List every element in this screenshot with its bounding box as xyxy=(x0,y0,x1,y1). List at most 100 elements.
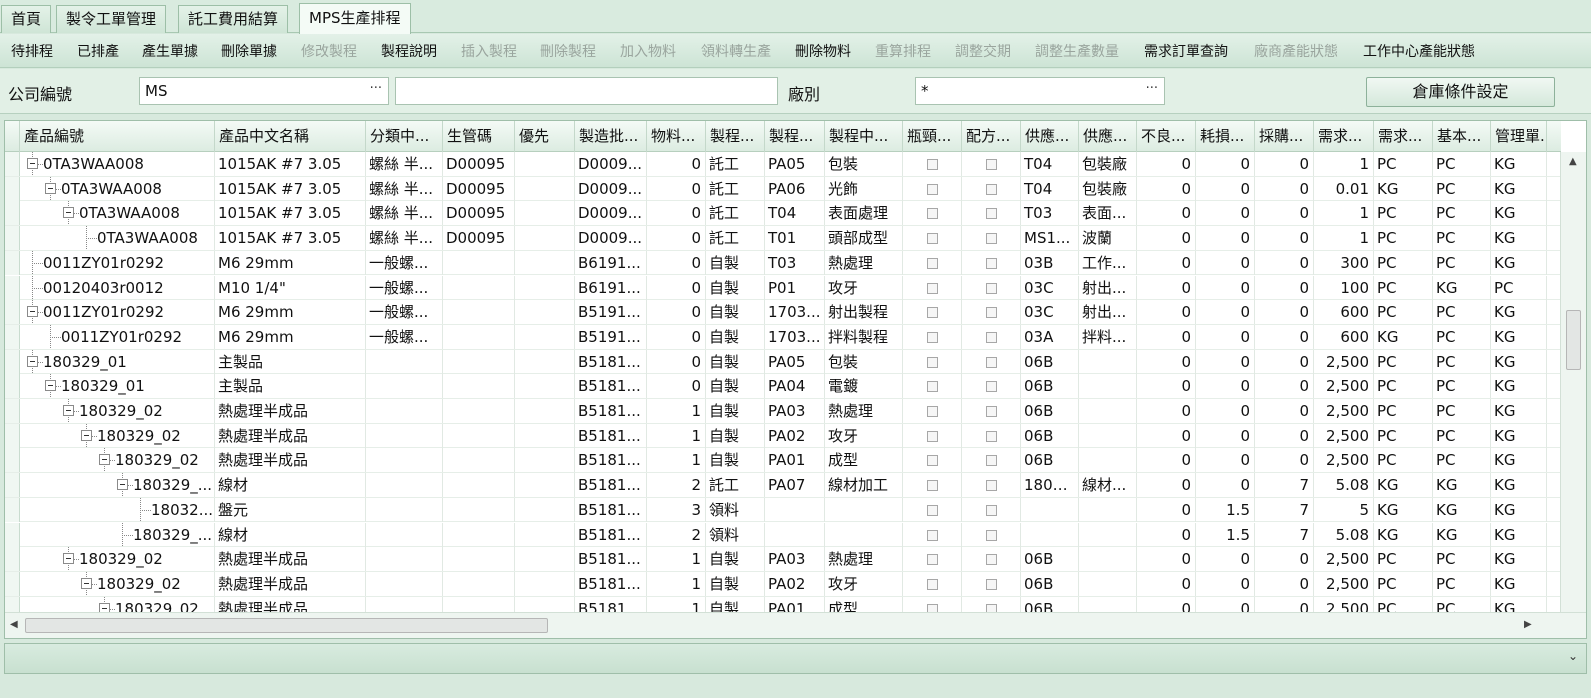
table-row[interactable]: 0TA3WAA008 1015AK #7 3.05 螺絲 半... D00095 D00… xyxy=(5,176,1561,202)
cell-lot[interactable]: B5181... xyxy=(575,448,647,473)
cell-u2[interactable]: KG xyxy=(1433,275,1491,300)
cell-mat[interactable]: 0 xyxy=(647,324,706,349)
cell-u2[interactable]: PC xyxy=(1433,349,1491,374)
column-header[interactable]: 管理單... xyxy=(1491,121,1547,152)
checkbox[interactable] xyxy=(927,257,938,269)
cell-u1[interactable]: KG xyxy=(1374,522,1433,547)
cell-sup[interactable]: 06B xyxy=(1021,547,1079,572)
cell-ptype[interactable]: 領料 xyxy=(706,497,765,522)
cell-name[interactable]: 熱處理半成品 xyxy=(215,423,366,448)
cell-mgmt[interactable] xyxy=(443,300,515,325)
table-row[interactable]: 18032... 盤元 B5181... 3 領料 0 1.5 7 5 KG KG KG xyxy=(5,497,1561,523)
cell-u3[interactable]: KG xyxy=(1491,201,1547,226)
cell-lot[interactable]: D0009... xyxy=(575,201,647,226)
cell-qty[interactable]: 2,500 xyxy=(1314,448,1374,473)
checkbox[interactable] xyxy=(986,356,997,368)
cell-name[interactable]: 1015AK #7 3.05 xyxy=(215,226,366,251)
cell-u3[interactable]: KG xyxy=(1491,300,1547,325)
cell-ptype[interactable]: 自製 xyxy=(706,448,765,473)
cell-loss[interactable]: 0 xyxy=(1196,176,1255,201)
cell-loss[interactable]: 1.5 xyxy=(1196,497,1255,522)
table-row[interactable]: 180329_02 熱處理半成品 B5181... 1 自製 PA03 熱處理 06B 0 0 0 2… xyxy=(5,399,1561,424)
cell-u2[interactable]: PC xyxy=(1433,176,1491,201)
row-selector[interactable] xyxy=(5,497,20,522)
cell-mgmt[interactable] xyxy=(443,571,515,596)
cell-bad[interactable]: 0 xyxy=(1137,275,1196,300)
cell-cat[interactable] xyxy=(366,571,443,596)
cell-qty[interactable]: 5.08 xyxy=(1314,473,1374,498)
cell-mat[interactable]: 0 xyxy=(647,226,706,251)
cell-pcode[interactable]: PA05 xyxy=(765,152,825,176)
table-row[interactable]: 0TA3WAA008 1015AK #7 3.05 螺絲 半... D00095 D00… xyxy=(5,152,1561,177)
cell-lot[interactable]: B5181... xyxy=(575,547,647,572)
cell-pri[interactable] xyxy=(515,571,575,596)
cell-loss[interactable]: 0 xyxy=(1196,399,1255,423)
cell-mat[interactable]: 0 xyxy=(647,250,706,275)
cell-pname[interactable]: 包裝 xyxy=(825,349,903,374)
table-row[interactable]: 180329_02 熱處理半成品 B5181... 1 自製 PA03 熱處理 06B 0 0 0 2… xyxy=(5,547,1561,572)
cell-pcode[interactable]: PA01 xyxy=(765,448,825,473)
cell-supname[interactable] xyxy=(1079,547,1137,572)
toolbar-button-8[interactable]: 加入物料 xyxy=(620,43,676,61)
cell-mat[interactable]: 0 xyxy=(647,374,706,399)
cell-cat[interactable] xyxy=(366,399,443,423)
checkbox[interactable] xyxy=(986,257,997,269)
cell-pcode[interactable] xyxy=(765,522,825,547)
checkbox[interactable] xyxy=(927,529,938,541)
product-code-cell[interactable]: 0011ZY01r0292 xyxy=(20,324,215,349)
toolbar-button-11[interactable]: 重算排程 xyxy=(875,43,931,61)
cell-name[interactable]: M6 29mm xyxy=(215,250,366,275)
toolbar-button-4[interactable]: 修改製程 xyxy=(301,43,357,61)
cell-name[interactable]: 盤元 xyxy=(215,497,366,522)
cell-u1[interactable]: PC xyxy=(1374,423,1433,448)
collapse-node-icon[interactable] xyxy=(27,158,38,169)
cell-u3[interactable]: KG xyxy=(1491,349,1547,374)
cell-loss[interactable]: 0 xyxy=(1196,349,1255,374)
product-code-cell[interactable]: 180329_02 xyxy=(20,423,215,448)
column-header[interactable]: 物料... xyxy=(647,121,706,152)
cell-pri[interactable] xyxy=(515,324,575,349)
cell-sup[interactable]: 06B xyxy=(1021,423,1079,448)
cell-pname[interactable]: 頭部成型 xyxy=(825,226,903,251)
cell-u1[interactable]: PC xyxy=(1374,448,1433,473)
cell-loss[interactable]: 0 xyxy=(1196,571,1255,596)
product-code-cell[interactable]: 180329_... xyxy=(20,473,215,498)
checkbox[interactable] xyxy=(927,282,938,294)
cell-loss[interactable]: 0 xyxy=(1196,226,1255,251)
checkbox[interactable] xyxy=(986,578,997,590)
cell-supname[interactable] xyxy=(1079,448,1137,473)
product-code-cell[interactable]: 180329_02 xyxy=(20,448,215,473)
cell-cat[interactable]: 螺絲 半... xyxy=(366,226,443,251)
cell-bad[interactable]: 0 xyxy=(1137,571,1196,596)
table-row[interactable]: 0011ZY01r0292 M6 29mm 一般螺... B6191... 0 自製 T03… xyxy=(5,250,1561,276)
row-selector[interactable] xyxy=(5,250,20,275)
cell-bad[interactable]: 0 xyxy=(1137,226,1196,251)
cell-pcode[interactable]: T03 xyxy=(765,250,825,275)
cell-mgmt[interactable] xyxy=(443,423,515,448)
cell-loss[interactable]: 1.5 xyxy=(1196,522,1255,547)
cell-qty[interactable]: 5 xyxy=(1314,497,1374,522)
cell-bad[interactable]: 0 xyxy=(1137,423,1196,448)
cell-loss[interactable]: 0 xyxy=(1196,596,1255,613)
toolbar-button-7[interactable]: 刪除製程 xyxy=(540,43,596,61)
cell-cat[interactable] xyxy=(366,374,443,399)
cell-u2[interactable]: PC xyxy=(1433,423,1491,448)
cell-u3[interactable]: KG xyxy=(1491,473,1547,498)
cell-u1[interactable]: PC xyxy=(1374,349,1433,374)
cell-buy[interactable]: 0 xyxy=(1255,226,1314,251)
cell-supname[interactable]: 射出... xyxy=(1079,275,1137,300)
cell-u2[interactable]: PC xyxy=(1433,571,1491,596)
column-header[interactable]: 瓶頸... xyxy=(903,121,962,152)
cell-buy[interactable]: 0 xyxy=(1255,448,1314,473)
collapse-node-icon[interactable] xyxy=(63,405,74,416)
cell-pri[interactable] xyxy=(515,300,575,325)
cell-u2[interactable]: PC xyxy=(1433,250,1491,275)
cell-pname[interactable]: 光飾 xyxy=(825,176,903,201)
cell-u3[interactable]: KG xyxy=(1491,399,1547,423)
cell-u2[interactable]: PC xyxy=(1433,547,1491,572)
cell-u2[interactable]: PC xyxy=(1433,300,1491,325)
column-header[interactable]: 配方... xyxy=(962,121,1021,152)
cell-u2[interactable]: PC xyxy=(1433,152,1491,176)
checkbox[interactable] xyxy=(927,307,938,319)
cell-name[interactable]: 線材 xyxy=(215,522,366,547)
